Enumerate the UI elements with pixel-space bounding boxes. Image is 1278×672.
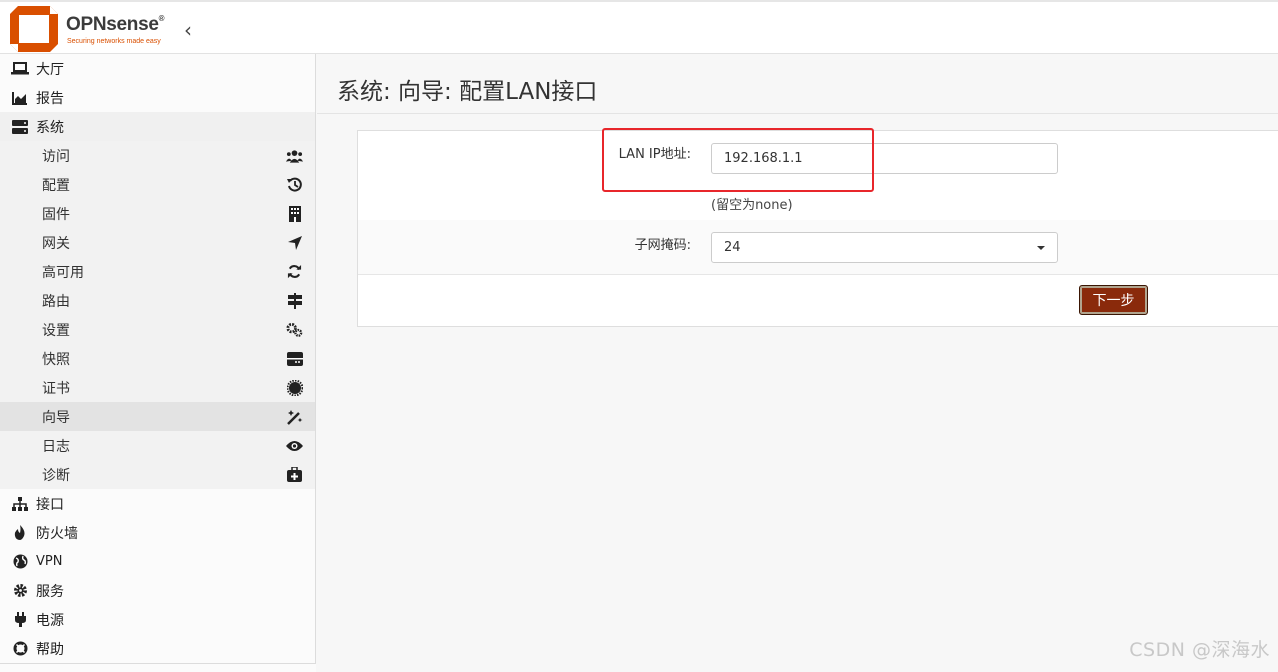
page-title-bar: 系统: 向导: 配置LAN接口 [317,54,1278,114]
hdd-icon [286,350,303,367]
sidebar-item-label: 日志 [42,438,70,455]
sidebar-item-label: 固件 [42,206,70,223]
area-chart-icon [10,90,30,106]
collapse-sidebar-icon[interactable]: ‹ [184,18,192,42]
sidebar-item-vpn[interactable]: VPN [0,547,315,576]
sidebar-item-label: 向导 [42,409,70,426]
sidebar-item-label: 接口 [36,496,64,513]
sidebar-item-configuration[interactable]: 配置 [0,170,315,199]
brand-name: OPNsense® [66,13,165,35]
sidebar-item-label: 路由 [42,293,70,310]
certificate-icon [286,379,303,396]
fire-icon [10,525,30,541]
sidebar-item-settings[interactable]: 设置 [0,315,315,344]
history-icon [286,176,303,193]
sidebar-item-high-availability[interactable]: 高可用 [0,257,315,286]
sidebar-item-log-files[interactable]: 日志 [0,431,315,460]
sidebar-item-interfaces[interactable]: 接口 [0,489,315,518]
eye-icon [286,437,303,454]
sidebar-item-gateways[interactable]: 网关 [0,228,315,257]
life-ring-icon [10,641,30,657]
magic-icon [286,408,303,425]
watermark: CSDN @深海水 [1129,639,1270,661]
lan-ip-label: LAN IP地址: [618,147,691,162]
cog-icon [10,583,30,599]
sidebar-item-label: 帮助 [36,641,64,658]
subnet-mask-value: 24 [724,240,741,255]
subnet-row: 子网掩码: 24 [358,220,1278,275]
medkit-icon [286,466,303,483]
sidebar-item-lobby[interactable]: 大厅 [0,54,315,83]
next-button[interactable]: 下一步 [1079,285,1148,315]
wizard-form-panel: LAN IP地址: (留空为none) 子网掩码: 24 下一步 [357,128,1278,327]
lan-ip-input[interactable] [711,143,1058,174]
map-signs-icon [286,292,303,309]
caret-down-icon [1037,246,1045,250]
sidebar-item-label: 报告 [36,90,64,107]
sidebar-item-snapshots[interactable]: 快照 [0,344,315,373]
building-icon [286,205,303,222]
sidebar-item-system[interactable]: 系统 [0,112,315,141]
users-icon [286,147,303,164]
sidebar-item-label: 系统 [36,119,64,136]
plug-icon [10,612,30,628]
sidebar-item-reporting[interactable]: 报告 [0,83,315,112]
system-submenu: 访问 配置 固件 网关 高可用 路由 设置 快照 证书 向导 日志 诊断 [0,141,315,489]
sidebar-item-label: VPN [36,554,63,569]
sidebar-item-label: 网关 [42,235,70,252]
sidebar-item-label: 防火墙 [36,525,78,542]
location-arrow-icon [286,234,303,251]
sidebar-item-services[interactable]: 服务 [0,576,315,605]
sidebar-item-label: 电源 [36,612,64,629]
server-icon [10,119,30,135]
sidebar-item-wizard[interactable]: 向导 [0,402,315,431]
sidebar-item-label: 大厅 [36,61,64,78]
subnet-mask-select[interactable]: 24 [711,232,1058,263]
sidebar-item-label: 快照 [42,351,70,368]
sidebar-footer-divider [0,663,316,672]
lan-ip-row: LAN IP地址: (留空为none) [358,128,1278,221]
brand-tagline: Securing networks made easy [67,38,161,45]
sidebar-item-label: 服务 [36,583,64,600]
subnet-mask-label: 子网掩码: [634,238,691,253]
refresh-icon [286,263,303,280]
sidebar-item-firmware[interactable]: 固件 [0,199,315,228]
sidebar-item-certificates[interactable]: 证书 [0,373,315,402]
sidebar-item-routes[interactable]: 路由 [0,286,315,315]
sidebar-item-power[interactable]: 电源 [0,605,315,634]
opnsense-logo-icon[interactable] [10,6,58,52]
lan-ip-hint: (留空为none) [711,198,793,213]
top-header: OPNsense® Securing networks made easy ‹ [0,0,1278,54]
sidebar-item-firewall[interactable]: 防火墙 [0,518,315,547]
laptop-icon [10,61,30,77]
sidebar: 大厅 报告 系统 访问 配置 固件 网关 高可用 路由 设置 快照 证书 向导 … [0,54,316,672]
sidebar-item-label: 证书 [42,380,70,397]
sitemap-icon [10,496,30,512]
cogs-icon [286,321,303,338]
sidebar-item-label: 高可用 [42,264,84,281]
sidebar-item-label: 设置 [42,322,70,339]
sidebar-item-label: 配置 [42,177,70,194]
page-title: 系统: 向导: 配置LAN接口 [337,79,598,105]
sidebar-item-label: 访问 [42,148,70,165]
sidebar-item-diagnostics[interactable]: 诊断 [0,460,315,489]
sidebar-item-access[interactable]: 访问 [0,141,315,170]
globe-icon [10,554,30,570]
sidebar-item-help[interactable]: 帮助 [0,634,315,663]
sidebar-item-label: 诊断 [42,467,70,484]
